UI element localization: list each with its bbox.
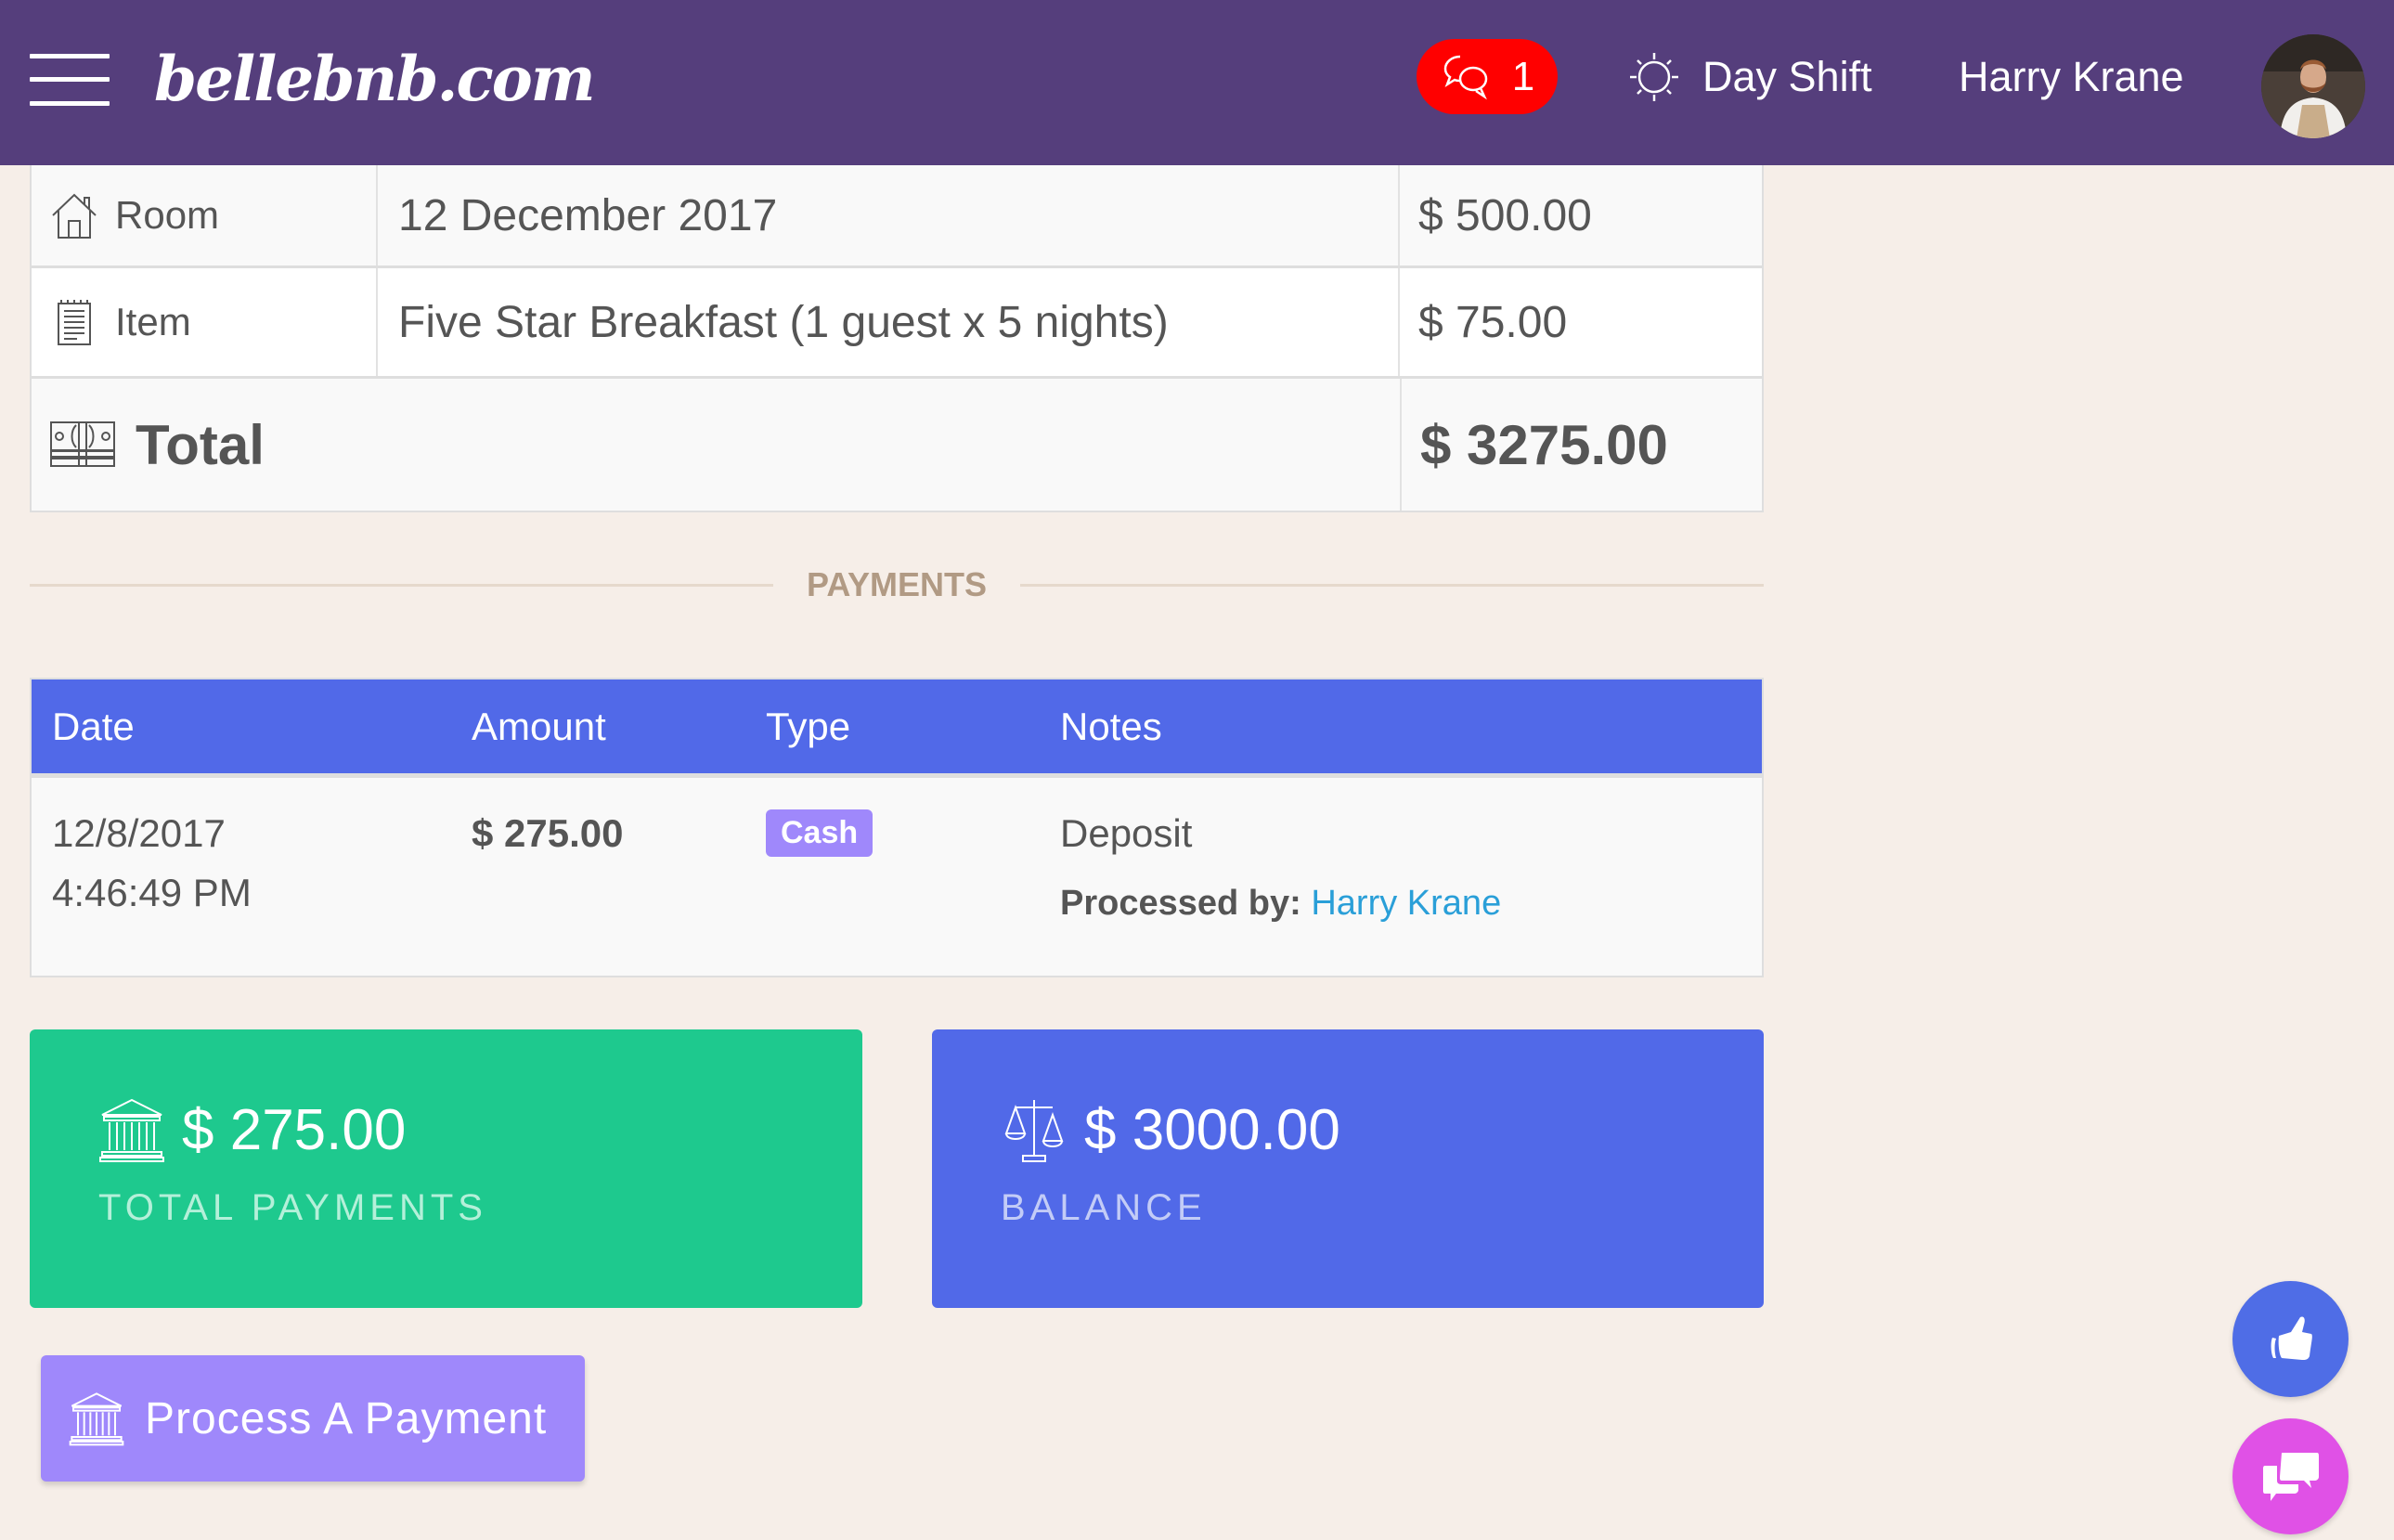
messages-button[interactable]: 1	[1417, 39, 1558, 114]
payments-section-heading: PAYMENTS	[30, 557, 1765, 613]
bank-icon	[99, 1098, 164, 1162]
column-header-type[interactable]: Type	[766, 705, 1060, 749]
processed-by: Processed by: Harry Krane	[1060, 884, 1762, 924]
payment-amount: $ 275.00	[472, 811, 624, 855]
thumbs-up-icon	[2271, 1315, 2312, 1360]
total-label: Total	[136, 413, 265, 476]
chat-bubbles-icon	[2262, 1452, 2319, 1501]
charge-description: 12 December 2017	[378, 165, 1400, 265]
charge-label: Room	[115, 193, 220, 237]
shift-label: Day Shift	[1702, 53, 1872, 100]
chat-icon	[1443, 55, 1487, 99]
messages-count: 1	[1511, 53, 1535, 99]
notepad-icon	[58, 300, 91, 345]
total-row: Total $ 3275.00	[32, 379, 1762, 511]
processed-by-label: Processed by:	[1060, 884, 1301, 923]
charge-amount: $ 75.00	[1418, 297, 1568, 347]
balance-value: $ 3000.00	[1084, 1097, 1340, 1162]
column-header-date[interactable]: Date	[32, 705, 472, 749]
bank-icon	[69, 1392, 124, 1446]
payments-table-header: Date Amount Type Notes	[32, 679, 1762, 778]
column-header-amount[interactable]: Amount	[472, 705, 766, 749]
column-header-notes[interactable]: Notes	[1060, 705, 1762, 749]
house-icon	[52, 193, 97, 239]
menu-icon[interactable]	[30, 54, 110, 106]
sun-icon	[1630, 53, 1678, 101]
charge-description: Five Star Breakfast (1 guest x 5 nights)	[378, 268, 1400, 376]
process-payment-button[interactable]: Process A Payment	[41, 1355, 585, 1482]
process-payment-label: Process A Payment	[145, 1393, 548, 1443]
divider-line	[1020, 583, 1765, 587]
balance-card: $ 3000.00 BALANCE	[932, 1029, 1764, 1308]
scales-icon	[1004, 1100, 1064, 1162]
total-payments-card: $ 275.00 TOTAL PAYMENTS	[30, 1029, 862, 1308]
payment-type-badge: Cash	[766, 809, 873, 857]
payment-date: 12/8/2017 4:46:49 PM	[52, 811, 252, 914]
shift-selector[interactable]: Day Shift	[1626, 45, 1872, 110]
balance-caption: BALANCE	[1001, 1187, 1207, 1228]
chat-button[interactable]	[2232, 1418, 2349, 1534]
total-payments-value: $ 275.00	[182, 1097, 407, 1162]
table-row: 12/8/2017 4:46:49 PM $ 275.00 Cash Depos…	[32, 778, 1762, 976]
divider-line	[30, 583, 773, 587]
payment-note: Deposit	[1060, 811, 1193, 855]
payments-table: Date Amount Type Notes 12/8/2017 4:46:49…	[30, 678, 1764, 977]
like-button[interactable]	[2232, 1281, 2349, 1397]
money-icon	[50, 421, 115, 467]
user-menu[interactable]: Harry Krane	[1959, 45, 2184, 110]
charges-table: Room 12 December 2017 $ 500.00 Item Five…	[30, 165, 1764, 512]
avatar[interactable]	[2261, 34, 2365, 138]
charge-row: Room 12 December 2017 $ 500.00	[32, 165, 1762, 268]
total-amount: $ 3275.00	[1420, 413, 1668, 476]
payments-title: PAYMENTS	[806, 565, 988, 603]
processed-by-link[interactable]: Harry Krane	[1311, 884, 1501, 923]
charge-row: Item Five Star Breakfast (1 guest x 5 ni…	[32, 268, 1762, 379]
site-logo[interactable]: bellebnb.com	[154, 43, 596, 115]
total-payments-caption: TOTAL PAYMENTS	[98, 1187, 487, 1228]
charge-amount: $ 500.00	[1418, 190, 1592, 240]
charge-label: Item	[115, 300, 191, 343]
top-navbar: bellebnb.com 1 Day Shift Harry Krane	[0, 0, 2394, 165]
